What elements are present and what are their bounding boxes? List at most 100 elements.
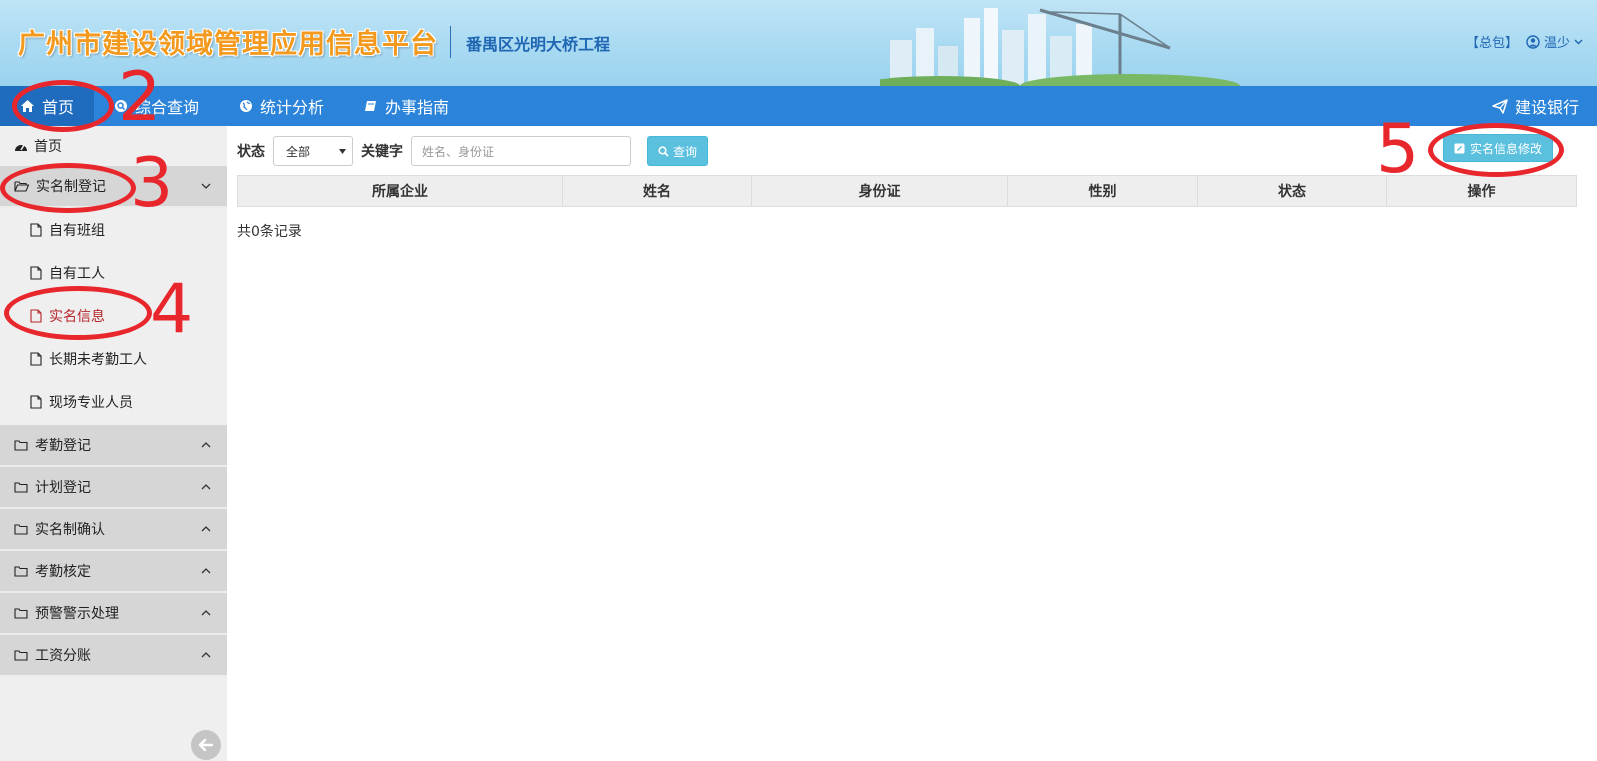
keyword-input-placeholder: 姓名、身份证 (422, 144, 495, 159)
query-button-label: 查询 (673, 144, 698, 159)
sidebar-group-attendance-registration[interactable]: 考勤登记 (0, 425, 227, 467)
chevron-up-icon (201, 610, 211, 616)
globe-icon (240, 100, 253, 112)
sidebar-group-attendance-verification[interactable]: 考勤核定 (0, 551, 227, 593)
sidebar-group-label: 预警警示处理 (35, 606, 119, 622)
nav-guide[interactable]: 办事指南 (344, 86, 469, 126)
status-select[interactable]: 全部 (273, 136, 353, 166)
file-icon (30, 351, 42, 366)
sidebar-group-wage-split[interactable]: 工资分账 (0, 635, 227, 677)
sidebar: 首页 实名制登记 自有班组 自有工人 实名信息 长期未考勤工人 现场专业人员 考… (0, 126, 227, 761)
sidebar-item-label: 自有班组 (49, 222, 105, 239)
edit-realname-info-button[interactable]: 实名信息修改 (1442, 134, 1553, 162)
dashboard-icon (15, 144, 27, 151)
edit-icon (1454, 143, 1465, 153)
keyword-label: 关键字 (361, 144, 403, 160)
chevron-up-icon (201, 526, 211, 532)
nav-guide-label: 办事指南 (385, 98, 450, 117)
column-header-id-card[interactable]: 身份证 (752, 176, 1008, 206)
nav-statistics-label: 统计分析 (260, 98, 325, 117)
chevron-up-icon (201, 442, 211, 448)
table-header: 所属企业 姓名 身份证 性别 状态 操作 (237, 175, 1577, 207)
column-header-company[interactable]: 所属企业 (238, 176, 563, 206)
status-select-value: 全部 (286, 144, 311, 159)
user-name: 温少 (1543, 36, 1570, 51)
file-icon (30, 222, 42, 237)
sidebar-group-label: 考勤登记 (35, 438, 91, 454)
sidebar-item-own-team[interactable]: 自有班组 (0, 208, 227, 251)
sidebar-item-realname-info[interactable]: 实名信息 (0, 294, 227, 337)
status-label: 状态 (237, 144, 265, 160)
sidebar-item-site-professionals[interactable]: 现场专业人员 (0, 380, 227, 423)
title-divider (450, 26, 451, 58)
sidebar-item-label: 自有工人 (49, 265, 105, 282)
column-header-name[interactable]: 姓名 (563, 176, 752, 206)
top-nav: 首页 综合查询 统计分析 办事指南 建设银行 (0, 86, 1597, 126)
header-banner: 广州市建设领域管理应用信息平台 番禺区光明大桥工程 【总包】 温少 (0, 0, 1597, 86)
chevron-up-icon (201, 568, 211, 574)
file-icon (30, 265, 42, 280)
sidebar-item-long-absent-workers[interactable]: 长期未考勤工人 (0, 337, 227, 380)
sidebar-item-label: 现场专业人员 (49, 394, 133, 411)
query-button[interactable]: 查询 (647, 136, 709, 166)
nav-comprehensive-query-label: 综合查询 (135, 98, 200, 117)
sidebar-group-plan-registration[interactable]: 计划登记 (0, 467, 227, 509)
chevron-down-icon (1574, 39, 1583, 45)
nav-home-label: 首页 (42, 98, 75, 117)
sidebar-group-realname-confirmation[interactable]: 实名制确认 (0, 509, 227, 551)
keyword-input[interactable]: 姓名、身份证 (411, 136, 631, 166)
sidebar-group-warning-processing[interactable]: 预警警示处理 (0, 593, 227, 635)
user-circle-icon (1526, 34, 1540, 49)
sidebar-group-label: 考勤核定 (35, 564, 91, 580)
search-icon (115, 100, 128, 112)
column-header-gender[interactable]: 性别 (1008, 176, 1198, 206)
sidebar-group-label: 实名制确认 (35, 522, 105, 538)
user-area: 【总包】 温少 (1466, 32, 1583, 51)
chevron-up-icon (201, 484, 211, 490)
sidebar-group-label: 实名制登记 (36, 179, 106, 195)
folder-icon (14, 524, 28, 535)
platform-title: 广州市建设领域管理应用信息平台 (18, 29, 438, 60)
sidebar-group-label: 工资分账 (35, 648, 91, 664)
nav-home[interactable]: 首页 (0, 86, 95, 126)
folder-icon (14, 650, 28, 661)
nav-construction-bank-label: 建设银行 (1514, 98, 1579, 117)
user-menu[interactable]: 温少 (1526, 32, 1583, 51)
sidebar-group-realname-registration[interactable]: 实名制登记 (0, 166, 227, 208)
nav-statistics[interactable]: 统计分析 (219, 86, 344, 126)
search-icon (658, 145, 669, 157)
project-name: 番禺区光明大桥工程 (466, 35, 611, 54)
chevron-up-icon (201, 652, 211, 658)
column-header-status[interactable]: 状态 (1198, 176, 1387, 206)
role-badge: 【总包】 (1465, 36, 1518, 51)
city-skyline-illustration (880, 8, 1240, 86)
sidebar-item-own-workers[interactable]: 自有工人 (0, 251, 227, 294)
nav-construction-bank[interactable]: 建设银行 (1472, 86, 1597, 126)
sidebar-collapse-button[interactable] (191, 730, 221, 760)
column-header-actions: 操作 (1467, 184, 1496, 200)
folder-open-icon (14, 181, 29, 192)
chevron-down-icon (201, 183, 211, 189)
paper-plane-icon (1492, 98, 1508, 114)
folder-icon (14, 482, 28, 493)
sidebar-item-label: 长期未考勤工人 (49, 351, 147, 368)
sidebar-submenu: 自有班组 自有工人 实名信息 长期未考勤工人 现场专业人员 (0, 208, 227, 425)
sidebar-home-label: 首页 (34, 139, 62, 155)
folder-icon (14, 440, 28, 451)
edit-realname-info-label: 实名信息修改 (1469, 141, 1542, 156)
folder-icon (14, 608, 28, 619)
caret-down-icon (339, 148, 346, 154)
file-icon (30, 308, 42, 323)
home-icon (21, 100, 34, 112)
sidebar-item-home[interactable]: 首页 (0, 126, 227, 166)
record-count: 共0条记录 (237, 224, 302, 240)
sidebar-group-label: 计划登记 (35, 480, 91, 496)
book-icon (365, 101, 377, 111)
sidebar-item-label: 实名信息 (49, 308, 105, 325)
page: 广州市建设领域管理应用信息平台 番禺区光明大桥工程 【总包】 温少 首页 综合查… (0, 0, 1597, 761)
arrow-left-icon (198, 738, 214, 752)
nav-comprehensive-query[interactable]: 综合查询 (94, 86, 219, 126)
file-icon (30, 394, 42, 409)
main-content: 状态 全部 关键字 姓名、身份证 查询 实名信息修改 所属企业 姓名 身份证 性… (227, 126, 1597, 761)
filter-bar: 状态 全部 关键字 姓名、身份证 查询 (237, 136, 709, 166)
